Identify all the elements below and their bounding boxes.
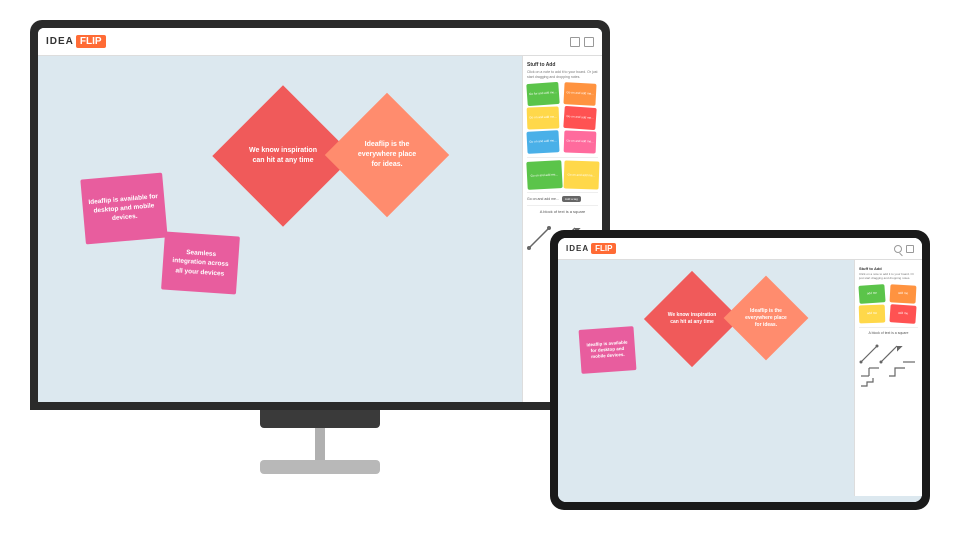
tablet-canvas: We know inspiration can hit at any time … — [558, 260, 854, 502]
sidebar-big-note-2[interactable]: Go on and add me... — [563, 161, 598, 190]
tablet-square-note-1[interactable]: Ideaflip is available for desktop and mo… — [579, 326, 637, 374]
header-icon-1 — [570, 37, 580, 47]
tablet-sidebar-grid: add me add me add me add me — [859, 285, 918, 323]
monitor-stand — [315, 428, 325, 463]
tablet-text-block: A block of text is a square — [859, 331, 918, 335]
sidebar-note-orange[interactable]: Go on and add me... — [563, 82, 596, 106]
desktop-square-note-1[interactable]: Ideaflip is available for desktop and mo… — [80, 173, 167, 245]
sidebar-divider-3 — [527, 205, 598, 206]
scene: IDEA FLIP Stuff to Add Click on a note t… — [0, 0, 960, 540]
tablet-app-header: IDEA FLIP — [558, 238, 922, 260]
tablet-note-green[interactable]: add me — [858, 284, 885, 304]
sidebar-go-on-label: Go on and add me... — [527, 197, 559, 201]
tablet-note-yellow[interactable]: add me — [859, 304, 886, 323]
tablet-tools-svg — [859, 338, 919, 388]
tablet-screen: IDEA FLIP Stuff to Add Click on a note t… — [558, 238, 922, 502]
desktop-diamond-note-2[interactable]: Ideaflip is the everywhere place for ide… — [325, 93, 449, 217]
sidebar-note-green[interactable]: Go for and add me... — [526, 82, 559, 106]
sidebar-note-red[interactable]: Go on and add me... — [563, 106, 596, 130]
tablet-diamond-note-2[interactable]: Ideaflip is the everywhere place for ide… — [724, 276, 809, 361]
sidebar-note-pink[interactable]: Go on and add me... — [563, 131, 596, 154]
monitor-base — [260, 460, 380, 474]
tablet-header-icon[interactable] — [906, 245, 914, 253]
tablet-header-icons — [894, 245, 914, 253]
sidebar-tag-row: Go on and add me... Add a tag — [527, 196, 598, 202]
desktop-note-4-text: Seamless integration across all your dev… — [168, 247, 233, 279]
tablet-body: IDEA FLIP Stuff to Add Click on a note t… — [550, 230, 930, 510]
sidebar-subtitle: Click on a note to add it to your board.… — [527, 70, 598, 79]
desktop-note-2-text: Ideaflip is the everywhere place for ide… — [343, 111, 431, 199]
tablet-logo-idea: IDEA — [566, 244, 589, 253]
tablet-note-red[interactable]: add me — [889, 304, 916, 324]
sidebar-text-block: A block of text is a square — [527, 209, 598, 214]
monitor-screen: IDEA FLIP Stuff to Add Click on a note t… — [38, 28, 602, 402]
tablet-app-ui: IDEA FLIP Stuff to Add Click on a note t… — [558, 238, 922, 502]
sidebar-big-note-1[interactable]: Go on and add me... — [526, 160, 562, 190]
desktop-note-3-text: Ideaflip is available for desktop and mo… — [88, 192, 160, 225]
tablet-note-1-text: We know inspiration can hit at any time — [658, 285, 726, 353]
tablet-search-icon[interactable] — [894, 245, 902, 253]
monitor-chin — [260, 410, 380, 428]
tablet-device: IDEA FLIP Stuff to Add Click on a note t… — [550, 230, 930, 510]
logo-flip-text: FLIP — [76, 35, 106, 48]
desktop-logo: IDEA FLIP — [46, 35, 106, 48]
tablet-note-3-text: Ideaflip is available for desktop and mo… — [583, 340, 631, 361]
desktop-header-icons — [570, 37, 594, 47]
tablet-note-orange[interactable]: add me — [889, 284, 916, 303]
desktop-app-ui: IDEA FLIP Stuff to Add Click on a note t… — [38, 28, 602, 402]
tablet-sidebar-tools — [859, 338, 918, 393]
tablet-logo-flip: FLIP — [591, 243, 616, 254]
tablet-note-2-text: Ideaflip is the everywhere place for ide… — [736, 288, 796, 348]
desktop-canvas: We know inspiration can hit at any time … — [38, 56, 522, 402]
desktop-square-note-2[interactable]: Seamless integration across all your dev… — [161, 231, 240, 294]
desktop-app-header: IDEA FLIP — [38, 28, 602, 56]
add-a-tag-button[interactable]: Add a tag — [562, 196, 581, 202]
header-icon-2 — [584, 37, 594, 47]
tablet-sidebar-title: Stuff to Add — [859, 266, 918, 271]
logo-idea-text: IDEA — [46, 36, 74, 47]
sidebar-title: Stuff to Add — [527, 62, 598, 68]
sidebar-notes-grid: Go for and add me... Go on and add me...… — [527, 83, 598, 153]
sidebar-note-yellow[interactable]: Go on and add me... — [527, 107, 560, 130]
sidebar-big-notes: Go on and add me... Go on and add me... — [527, 161, 598, 189]
desktop-note-1-text: We know inspiration can hit at any time — [233, 106, 333, 206]
tablet-sidebar: Stuff to Add Click on a note to add it t… — [854, 260, 922, 496]
tablet-logo: IDEA FLIP — [566, 243, 616, 254]
desktop-monitor: IDEA FLIP Stuff to Add Click on a note t… — [30, 20, 610, 480]
tablet-sidebar-subtitle: Click on a note to add it to your board.… — [859, 273, 918, 281]
monitor-body: IDEA FLIP Stuff to Add Click on a note t… — [30, 20, 610, 410]
sidebar-divider-2 — [527, 192, 598, 193]
sidebar-note-blue[interactable]: Go on and add me... — [526, 130, 559, 154]
tablet-sidebar-divider — [859, 327, 918, 328]
sidebar-divider-1 — [527, 157, 598, 158]
